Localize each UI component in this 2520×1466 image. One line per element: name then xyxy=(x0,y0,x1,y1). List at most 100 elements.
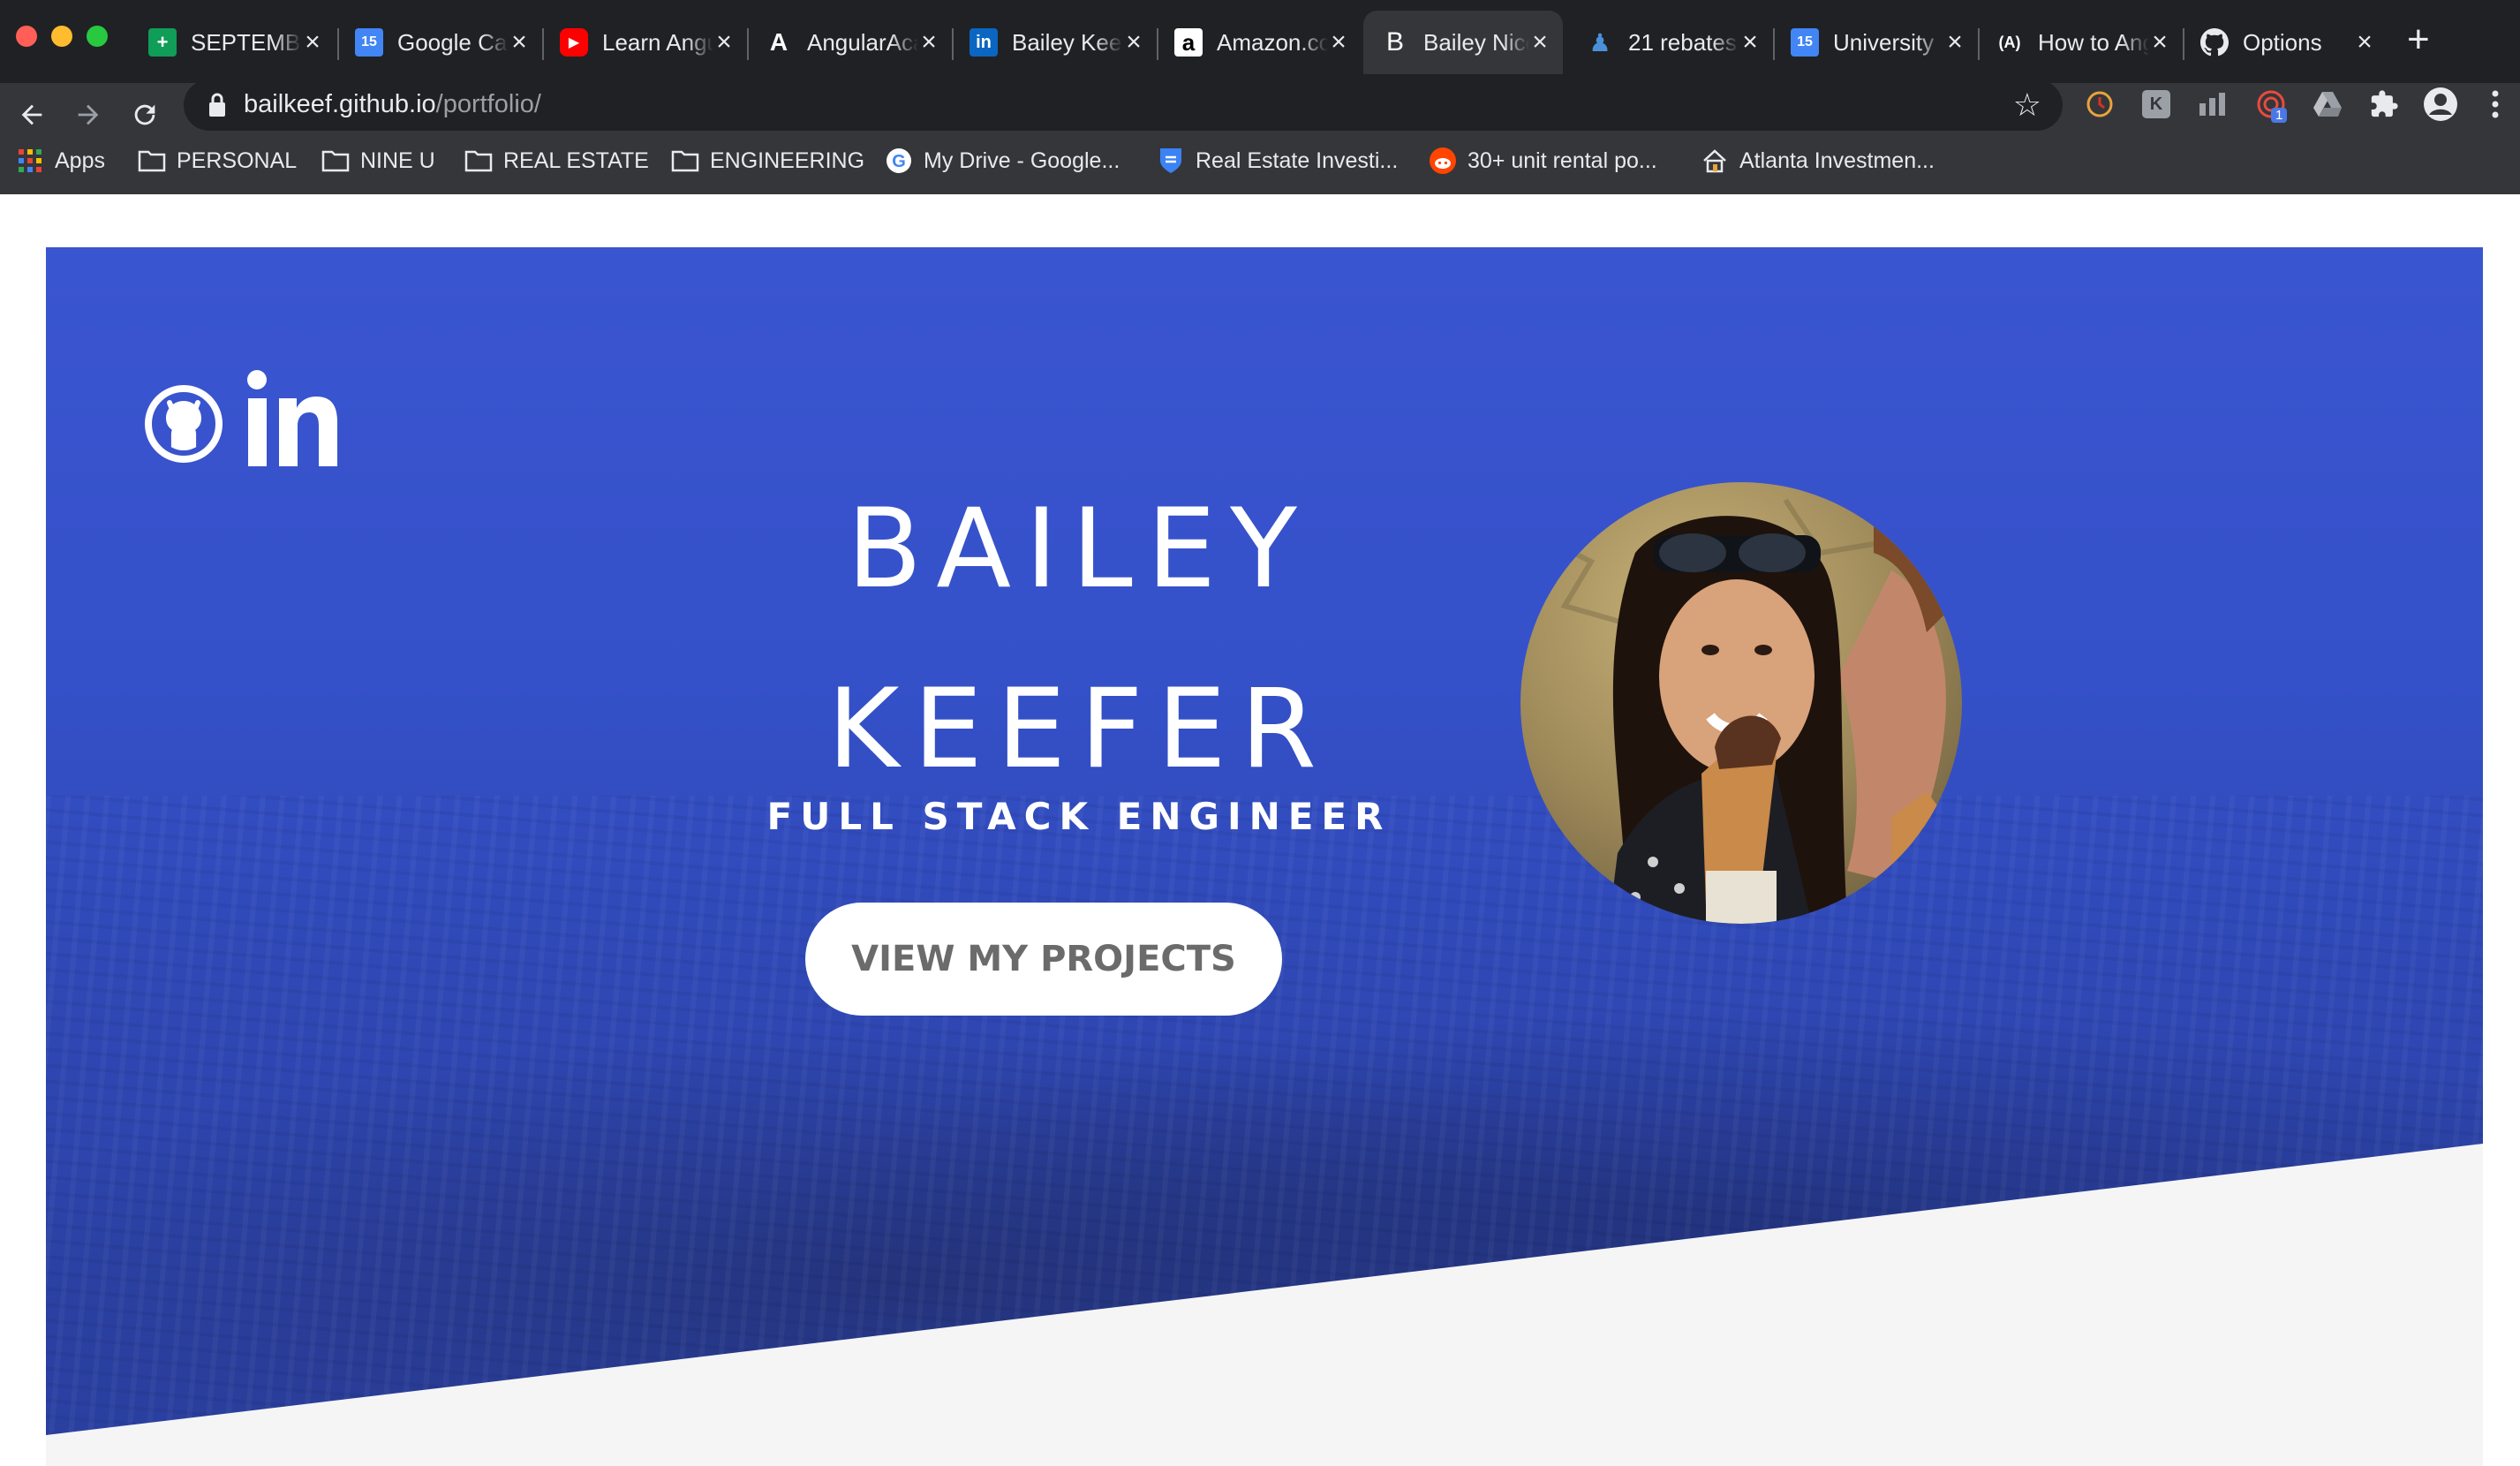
tab-divider xyxy=(1773,28,1775,60)
tab-title: Learn Angular xyxy=(602,28,713,56)
tab-options[interactable]: Options × xyxy=(2200,11,2388,74)
bookmark-atlanta-investment[interactable]: Atlanta Investmen... xyxy=(1701,143,1935,178)
close-icon[interactable]: × xyxy=(2354,27,2375,57)
bookmark-label: REAL ESTATE xyxy=(503,147,649,173)
bookmark-folder-engineering[interactable]: ENGINEERING xyxy=(671,143,864,178)
tab-divider xyxy=(542,28,544,60)
tab-divider xyxy=(2183,28,2184,60)
lock-icon xyxy=(209,93,225,117)
youtube-icon: ▶ xyxy=(560,28,588,57)
tab-strip: + SEPTEMBER × 15 Google Calendar × ▶ Lea… xyxy=(0,0,2520,83)
sheets-icon: + xyxy=(148,28,177,57)
linkedin-icon: in xyxy=(970,28,998,57)
tab-sheets[interactable]: + SEPTEMBER × xyxy=(148,11,336,74)
tab-learn-angular[interactable]: ▶ Learn Angular × xyxy=(560,11,747,74)
close-icon[interactable]: × xyxy=(1739,27,1761,57)
bookmark-reddit[interactable]: 30+ unit rental po... xyxy=(1429,143,1657,178)
window-zoom-button[interactable] xyxy=(87,26,108,47)
menu-kebab-icon[interactable] xyxy=(2476,85,2515,124)
angular-a-icon: (A) xyxy=(1998,33,2021,51)
bookmark-label: 30+ unit rental po... xyxy=(1467,147,1657,173)
bookmark-star-icon[interactable]: ☆ xyxy=(2013,87,2041,124)
tab-title: Bailey Nicole xyxy=(1423,28,1529,56)
bookmark-label: ENGINEERING xyxy=(710,147,865,173)
tab-title: Options xyxy=(2243,28,2322,56)
extension-badge: 1 xyxy=(2271,108,2288,123)
tab-amazon[interactable]: a Amazon.com × xyxy=(1174,11,1362,74)
clock-extension-icon[interactable] xyxy=(2080,85,2119,124)
bookmark-label: Real Estate Investi... xyxy=(1196,147,1399,173)
tab-title: 21 rebates xyxy=(1628,28,1737,56)
drive-extension-icon[interactable] xyxy=(2308,85,2347,124)
tab-rebates[interactable]: ♟ 21 rebates × xyxy=(1586,11,1773,74)
tab-title: Google Calendar xyxy=(397,28,509,56)
tab-bailey-nicole[interactable]: B Bailey Nicole × xyxy=(1363,11,1563,74)
profile-avatar-icon[interactable] xyxy=(2421,85,2460,124)
bookmark-my-drive[interactable]: G My Drive - Google... xyxy=(885,143,1120,178)
tab-divider xyxy=(747,28,749,60)
calendar-icon: 15 xyxy=(355,28,383,57)
bookmark-apps[interactable]: Apps xyxy=(16,143,105,178)
close-icon[interactable]: × xyxy=(1529,27,1550,57)
page-viewport: BAILEY KEEFER FULL STACK ENGINEER VIEW M… xyxy=(0,194,2520,1466)
url-host: bailkeef.github.io xyxy=(244,90,436,118)
hero-section: BAILEY KEEFER FULL STACK ENGINEER VIEW M… xyxy=(46,247,2483,1466)
close-icon[interactable]: × xyxy=(2149,27,2170,57)
window-minimize-button[interactable] xyxy=(51,26,72,47)
forward-button[interactable] xyxy=(65,92,111,138)
tab-divider xyxy=(1978,28,1980,60)
tab-angular-academy[interactable]: A AngularAcademy × xyxy=(765,11,952,74)
folder-icon xyxy=(138,147,166,175)
close-icon[interactable]: × xyxy=(1328,27,1349,57)
linkedin-icon[interactable] xyxy=(240,366,346,472)
reddit-icon xyxy=(1429,147,1457,175)
close-icon[interactable]: × xyxy=(302,27,323,57)
house-icon xyxy=(1701,147,1729,175)
back-button[interactable] xyxy=(9,92,55,138)
hero-bottom-wedge xyxy=(46,1144,2483,1466)
tab-divider xyxy=(1157,28,1158,60)
hero-role-subtitle: FULL STACK ENGINEER xyxy=(766,795,1392,838)
address-bar[interactable]: bailkeef.github.io/portfolio/ ☆ xyxy=(184,79,2063,131)
tab-divider xyxy=(337,28,339,60)
new-tab-button[interactable]: + xyxy=(2407,18,2430,62)
close-icon[interactable]: × xyxy=(1123,27,1144,57)
angular-academy-icon: A xyxy=(769,28,788,56)
bookmark-folder-nine-u[interactable]: NINE U xyxy=(321,143,435,178)
tab-google-calendar[interactable]: 15 Google Calendar × xyxy=(355,11,542,74)
bookmark-folder-personal[interactable]: PERSONAL xyxy=(138,143,297,178)
folder-icon xyxy=(321,147,350,175)
bookmark-label: Atlanta Investmen... xyxy=(1739,147,1935,173)
bookmark-label: My Drive - Google... xyxy=(924,147,1120,173)
puzzle-extension-icon[interactable] xyxy=(2365,85,2403,124)
folder-icon xyxy=(671,147,699,175)
close-icon[interactable]: × xyxy=(1944,27,1965,57)
github-icon[interactable] xyxy=(143,383,224,465)
tab-linkedin[interactable]: in Bailey Keefer × xyxy=(970,11,1157,74)
google-icon: G xyxy=(885,147,913,175)
notes-extension-icon[interactable]: K xyxy=(2137,85,2176,124)
view-projects-button[interactable]: VIEW MY PROJECTS xyxy=(805,903,1282,1016)
analytics-extension-icon[interactable] xyxy=(2193,85,2232,124)
hero-name: BAILEY KEEFER xyxy=(611,459,1547,820)
bookmark-label: PERSONAL xyxy=(177,147,298,173)
bookmark-label: NINE U xyxy=(360,147,435,173)
shield-icon xyxy=(1157,147,1185,175)
apps-grid-icon xyxy=(16,147,44,175)
amazon-icon: a xyxy=(1174,28,1203,57)
calendar-icon: 15 xyxy=(1791,28,1819,57)
close-icon[interactable]: × xyxy=(713,27,735,57)
profile-photo xyxy=(1520,482,1962,924)
tab-title: AngularAcademy xyxy=(807,28,918,56)
bookmark-folder-real-estate[interactable]: REAL ESTATE xyxy=(464,143,649,178)
window-close-button[interactable] xyxy=(16,26,37,47)
tab-title: University xyxy=(1833,28,1935,56)
close-icon[interactable]: × xyxy=(918,27,939,57)
tab-university[interactable]: 15 University × xyxy=(1791,11,1978,74)
close-icon[interactable]: × xyxy=(509,27,530,57)
tab-how-to-angular[interactable]: (A) How to Angular × xyxy=(1996,11,2183,74)
bookmark-real-estate-investing[interactable]: Real Estate Investi... xyxy=(1157,143,1398,178)
reload-button[interactable] xyxy=(122,92,168,138)
reload-icon xyxy=(134,104,155,125)
radar-extension-icon[interactable]: 1 xyxy=(2252,85,2290,124)
